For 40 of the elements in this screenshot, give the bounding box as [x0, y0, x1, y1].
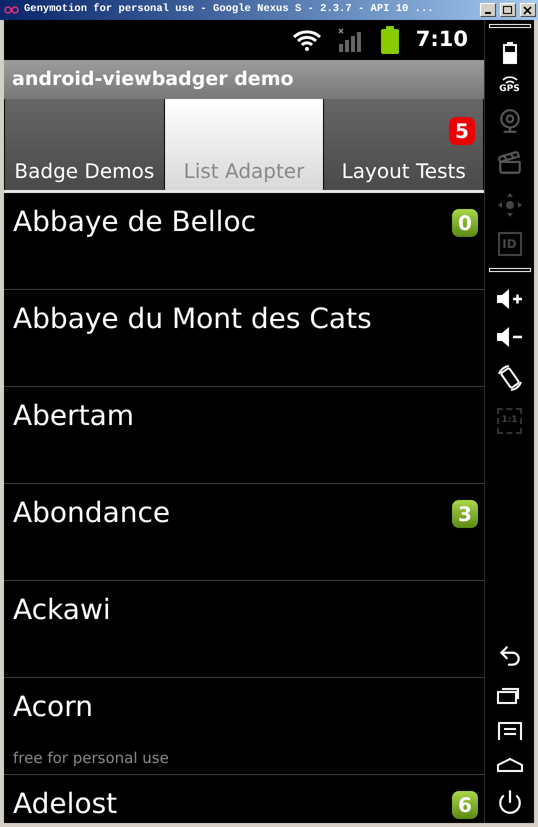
minimize-button[interactable]	[480, 3, 496, 17]
wifi-icon	[292, 29, 322, 51]
tab[interactable]: Badge Demos	[4, 99, 165, 190]
power-icon[interactable]	[496, 789, 522, 815]
app-title: android-viewbadger demo	[12, 67, 294, 92]
close-button[interactable]	[520, 3, 536, 17]
list-item[interactable]: Abbaye de Belloc 0	[4, 193, 484, 290]
item-name: Abbaye du Mont des Cats	[13, 302, 372, 336]
item-name: Abondance	[13, 496, 170, 530]
item-name: Acorn	[13, 690, 93, 724]
battery-icon	[380, 26, 400, 54]
battery-icon[interactable]	[502, 42, 516, 64]
volume-down-icon[interactable]	[496, 326, 524, 348]
item-name: Abbaye de Belloc	[13, 205, 256, 239]
wifi-icon[interactable]	[502, 76, 518, 85]
rotate-icon[interactable]	[496, 364, 524, 392]
signal-icon	[338, 28, 364, 52]
gps-label[interactable]: GPS	[499, 85, 520, 94]
item-name: Ackawi	[13, 593, 111, 627]
volume-up-icon[interactable]	[496, 288, 524, 310]
tab[interactable]: Layout Tests 5	[323, 99, 484, 190]
maximize-button[interactable]	[500, 3, 516, 17]
count-badge: 0	[452, 209, 478, 237]
overlay-text: free for personal use	[13, 748, 169, 768]
list-item[interactable]: Adelost 6	[4, 775, 484, 823]
clock: 7:10	[416, 26, 468, 54]
count-badge: 6	[452, 791, 478, 819]
menu-icon[interactable]	[498, 721, 522, 741]
clapperboard-icon[interactable]	[496, 150, 522, 176]
close-icon	[523, 6, 533, 14]
count-badge: 5	[449, 117, 476, 145]
count-badge: 3	[452, 500, 478, 528]
item-name: Adelost	[13, 787, 118, 821]
list-item[interactable]: Abondance 3	[4, 484, 484, 581]
app-logo-icon	[4, 5, 20, 15]
item-name: Abertam	[13, 399, 134, 433]
maximize-icon	[503, 6, 513, 14]
minimize-icon	[485, 12, 491, 14]
home-icon[interactable]	[496, 757, 522, 773]
window-title: Genymotion for personal use - Google Nexus S - 2.3.7 - API 10 ...	[24, 2, 435, 18]
